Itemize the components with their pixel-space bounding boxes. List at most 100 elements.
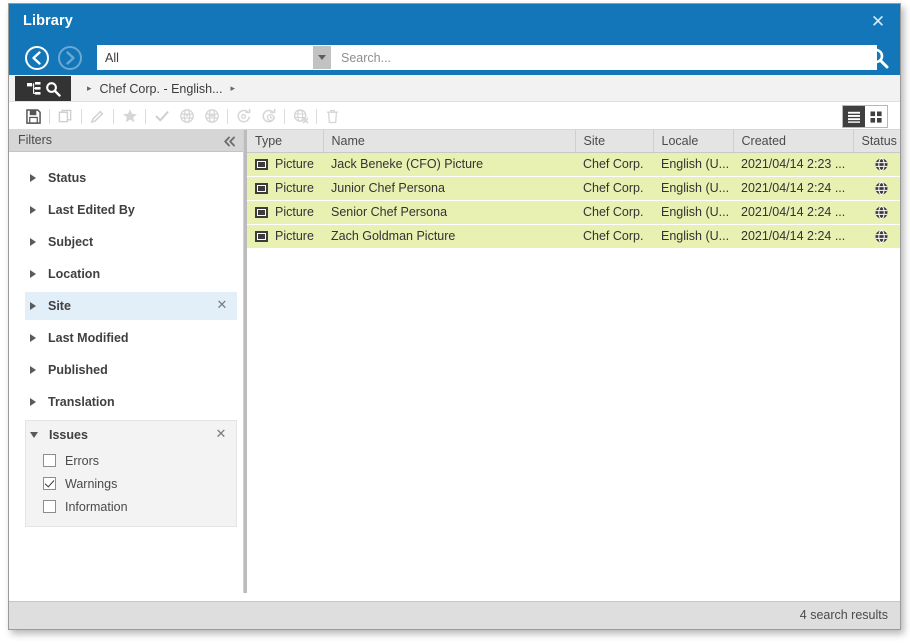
- check-icon: [155, 111, 169, 122]
- chevron-right-icon: [25, 302, 41, 310]
- chevron-right-icon: [25, 238, 41, 246]
- chevron-down-icon: [318, 55, 326, 60]
- save-icon: [26, 108, 41, 124]
- cell-created: 2021/04/14 2:24 ...: [733, 200, 853, 225]
- column-header-locale[interactable]: Locale: [653, 130, 734, 153]
- chevron-right-icon: [25, 270, 41, 278]
- filter-group-label: Last Modified: [48, 331, 129, 345]
- search-input[interactable]: [332, 45, 877, 70]
- cancel-publish-button[interactable]: [288, 105, 313, 127]
- filter-group-status[interactable]: Status: [25, 164, 237, 192]
- chevron-right-icon: [25, 206, 41, 214]
- globe-status-icon: [875, 205, 888, 219]
- filter-group-site[interactable]: Site ✕: [25, 292, 237, 320]
- table-header-row: Type Name Site Locale Created Status: [247, 130, 900, 153]
- chevron-right-icon: [25, 398, 41, 406]
- filter-option-label: Warnings: [65, 476, 118, 491]
- filter-group-published[interactable]: Published: [25, 356, 237, 384]
- action-toolbar: [9, 102, 900, 130]
- tile-view-toggle[interactable]: [865, 106, 887, 127]
- picture-icon: [255, 182, 268, 194]
- copy-button[interactable]: [53, 105, 78, 127]
- edit-button[interactable]: [85, 105, 110, 127]
- filter-option-warnings[interactable]: Warnings: [26, 472, 236, 495]
- cell-locale: English (U...: [653, 200, 733, 225]
- favorite-button[interactable]: [117, 105, 142, 127]
- picture-icon: [255, 206, 268, 218]
- main-content: Filters Status Last Edited By Subject Lo…: [9, 130, 900, 593]
- information-checkbox[interactable]: [43, 500, 56, 513]
- tree-view-icon: [26, 81, 40, 95]
- window-title: Library: [23, 13, 73, 29]
- filter-group-label: Translation: [48, 395, 115, 409]
- cell-created: 2021/04/14 2:23 ...: [733, 152, 853, 177]
- picture-icon: [255, 230, 268, 242]
- table-row[interactable]: Picture Senior Chef Persona Chef Corp. E…: [247, 200, 900, 225]
- filter-group-last-modified[interactable]: Last Modified: [25, 324, 237, 352]
- list-view-toggle[interactable]: [843, 106, 865, 127]
- chevron-right-icon: [25, 366, 41, 374]
- filter-group-label: Published: [48, 363, 108, 377]
- close-window-button[interactable]: ✕: [866, 10, 890, 34]
- chevron-right-icon: [25, 174, 41, 182]
- cell-type: Picture: [275, 181, 314, 195]
- errors-checkbox[interactable]: [43, 454, 56, 467]
- filter-group-label: Site: [48, 299, 71, 313]
- column-header-type[interactable]: Type: [247, 130, 324, 153]
- clear-issues-filter-button[interactable]: ✕: [214, 428, 228, 442]
- search-scope-select[interactable]: All: [97, 45, 332, 70]
- table-row[interactable]: Picture Zach Goldman Picture Chef Corp. …: [247, 224, 900, 249]
- delete-button[interactable]: [320, 105, 345, 127]
- search-icon: [45, 81, 61, 97]
- column-header-name[interactable]: Name: [323, 130, 576, 153]
- filter-option-label: Information: [65, 499, 128, 514]
- filter-group-last-edited-by[interactable]: Last Edited By: [25, 196, 237, 224]
- filter-group-issues-header[interactable]: Issues ✕: [26, 421, 236, 449]
- cell-site: Chef Corp.: [575, 152, 653, 177]
- results-panel: Type Name Site Locale Created Status Pic…: [247, 130, 900, 593]
- breadcrumb-item-0[interactable]: Chef Corp. - English...: [100, 82, 223, 96]
- warnings-checkbox[interactable]: [43, 477, 56, 490]
- filter-group-issues: Issues ✕ Errors Warnings Information: [25, 420, 237, 527]
- column-header-status[interactable]: Status: [853, 130, 900, 153]
- filter-group-location[interactable]: Location: [25, 260, 237, 288]
- picture-icon: [255, 158, 268, 170]
- column-header-site[interactable]: Site: [575, 130, 654, 153]
- filter-group-label: Status: [48, 171, 87, 185]
- table-row[interactable]: Picture Junior Chef Persona Chef Corp. E…: [247, 176, 900, 201]
- filter-option-information[interactable]: Information: [26, 495, 236, 518]
- search-scope-dropdown-button[interactable]: [312, 46, 331, 69]
- cell-name: Senior Chef Persona: [323, 200, 575, 225]
- list-view-icon: [848, 111, 860, 123]
- refresh-button[interactable]: [231, 105, 256, 127]
- back-button[interactable]: [25, 46, 49, 70]
- cell-created: 2021/04/14 2:24 ...: [733, 176, 853, 201]
- approve-button[interactable]: [149, 105, 174, 127]
- filter-option-errors[interactable]: Errors: [26, 449, 236, 472]
- filter-group-list: Status Last Edited By Subject Location S: [9, 152, 243, 527]
- save-button[interactable]: [21, 105, 46, 127]
- clear-site-filter-button[interactable]: ✕: [215, 299, 229, 313]
- unpublish-button[interactable]: [199, 105, 224, 127]
- cell-type: Picture: [275, 157, 314, 171]
- search-submit-button[interactable]: [867, 47, 889, 69]
- star-icon: [122, 109, 137, 123]
- column-header-created[interactable]: Created: [733, 130, 854, 153]
- table-row[interactable]: Picture Jack Beneke (CFO) Picture Chef C…: [247, 152, 900, 177]
- publish-icon: [179, 109, 194, 123]
- refresh-icon: [236, 108, 250, 123]
- toolbar-separator: [113, 108, 114, 124]
- forward-button[interactable]: [58, 46, 82, 70]
- content-tree-toggle-button[interactable]: [15, 76, 71, 101]
- filter-group-translation[interactable]: Translation: [25, 388, 237, 416]
- filters-collapse-button[interactable]: [222, 134, 236, 148]
- breadcrumb-separator-0: ▸: [87, 83, 92, 94]
- schedule-button[interactable]: [256, 105, 281, 127]
- cell-site: Chef Corp.: [575, 176, 653, 201]
- toolbar-separator: [49, 108, 50, 124]
- toolbar-separator: [145, 108, 146, 124]
- publish-button[interactable]: [174, 105, 199, 127]
- search-scope-value: All: [105, 50, 119, 65]
- search-results-count: 4 search results: [799, 608, 888, 622]
- filter-group-subject[interactable]: Subject: [25, 228, 237, 256]
